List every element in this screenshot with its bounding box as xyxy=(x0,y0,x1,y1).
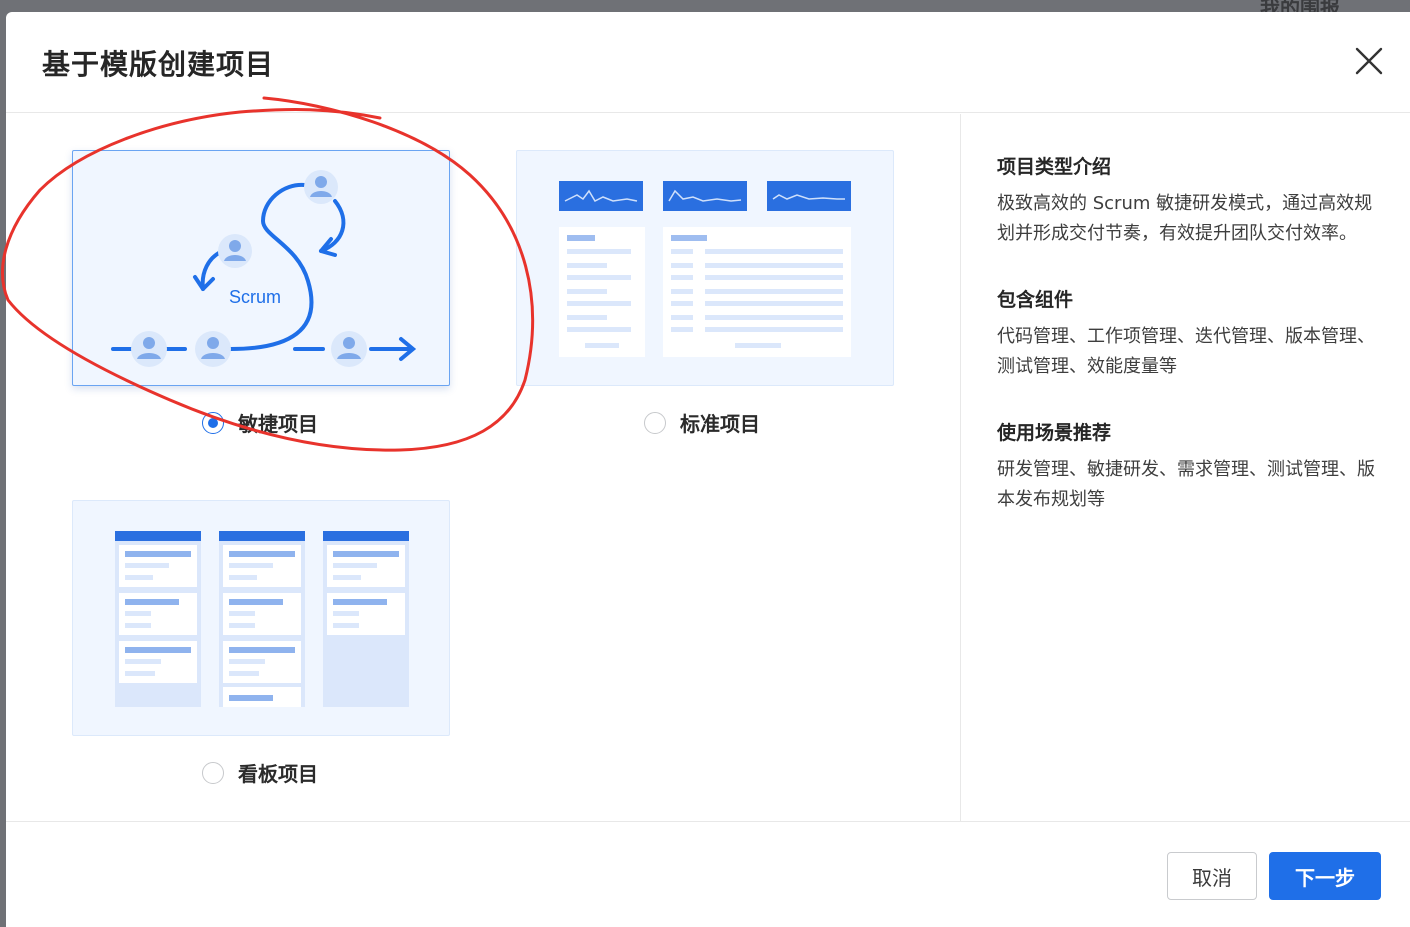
detail-components-body: 代码管理、工作项管理、迭代管理、版本管理、测试管理、效能度量等 xyxy=(997,326,1375,377)
detail-components-title: 包含组件 xyxy=(997,289,1074,311)
template-list: Scrum 敏捷项目 标准项目 看板项目 xyxy=(6,114,960,821)
scrum-logo-text: Scrum xyxy=(229,287,282,307)
template-card-agile[interactable]: Scrum xyxy=(72,150,450,386)
close-icon[interactable] xyxy=(1354,46,1384,76)
detail-scenarios-body: 研发管理、敏捷研发、需求管理、测试管理、版本发布规划等 xyxy=(997,459,1375,510)
option-standard-label: 标准项目 xyxy=(680,412,760,436)
template-details: 项目类型介绍 极致高效的 Scrum 敏捷研发模式，通过高效规划并形成交付节奏，… xyxy=(960,114,1410,821)
detail-intro-body: 极致高效的 Scrum 敏捷研发模式，通过高效规划并形成交付节奏，有效提升团队交… xyxy=(997,193,1373,244)
option-agile[interactable]: 敏捷项目 xyxy=(202,408,318,437)
template-card-standard[interactable] xyxy=(516,150,894,386)
radio-kanban[interactable] xyxy=(202,761,224,784)
dialog-title: 基于模版创建项目 xyxy=(42,48,275,81)
option-standard[interactable]: 标准项目 xyxy=(644,408,760,437)
dialog-footer: 取消 下一步 xyxy=(6,821,1410,927)
radio-agile[interactable] xyxy=(202,411,224,434)
detail-section-scenarios: 使用场景推荐 研发管理、敏捷研发、需求管理、测试管理、版本发布规划等 xyxy=(997,418,1380,515)
template-card-kanban[interactable] xyxy=(72,500,450,736)
create-project-dialog: 基于模版创建项目 Scrum 敏捷项目 标准项目 看板项目 项目类型介绍 极致高… xyxy=(6,12,1410,927)
detail-section-intro: 项目类型介绍 极致高效的 Scrum 敏捷研发模式，通过高效规划并形成交付节奏，… xyxy=(997,152,1380,249)
radio-standard[interactable] xyxy=(644,411,666,434)
option-kanban[interactable]: 看板项目 xyxy=(202,758,318,787)
detail-section-components: 包含组件 代码管理、工作项管理、迭代管理、版本管理、测试管理、效能度量等 xyxy=(997,285,1380,382)
option-agile-label: 敏捷项目 xyxy=(238,412,318,436)
detail-intro-title: 项目类型介绍 xyxy=(997,156,1112,178)
dialog-header: 基于模版创建项目 xyxy=(6,12,1410,113)
cancel-button[interactable]: 取消 xyxy=(1167,852,1257,900)
detail-scenarios-title: 使用场景推荐 xyxy=(997,422,1112,444)
option-kanban-label: 看板项目 xyxy=(238,762,318,786)
next-step-button[interactable]: 下一步 xyxy=(1269,852,1381,900)
